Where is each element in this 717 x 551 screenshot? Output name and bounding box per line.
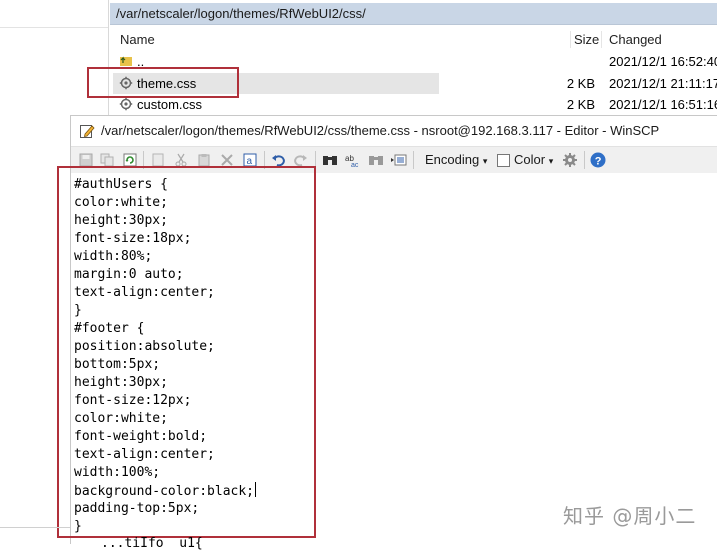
color-label: Color — [514, 152, 546, 167]
editor-pencil-icon — [80, 125, 95, 138]
file-size: 2 KB — [566, 76, 595, 91]
remote-path-bar[interactable]: /var/netscaler/logon/themes/RfWebUI2/css… — [110, 3, 717, 25]
svg-text:?: ? — [595, 156, 602, 168]
color-menu[interactable]: Color ▾ — [514, 147, 553, 173]
watermark: 知乎 @周小二 — [563, 504, 697, 528]
file-changed: 2021/12/1 21:11:17 — [609, 76, 717, 91]
column-name-header[interactable]: Name — [120, 27, 155, 52]
svg-text:ac: ac — [351, 162, 359, 167]
highlight-box-theme-css — [87, 67, 239, 98]
css-file-gear-icon — [119, 97, 133, 111]
parent-folder-icon — [120, 56, 132, 66]
left-pane-bottom-line — [0, 527, 70, 528]
file-changed: 2021/12/1 16:51:16 — [609, 97, 717, 112]
file-size: 2 KB — [566, 97, 595, 112]
replace-icon[interactable]: ab ac — [344, 151, 362, 169]
toolbar-separator — [413, 151, 414, 169]
partial-code-line: ...tiIfo u1{ — [101, 536, 203, 551]
column-divider[interactable] — [601, 31, 602, 48]
toolbar-separator — [584, 151, 585, 169]
find-next-icon[interactable] — [367, 151, 385, 169]
gear-icon[interactable] — [561, 151, 579, 169]
dropdown-arrow-icon: ▾ — [482, 156, 488, 166]
file-changed: 2021/12/1 16:52:40 — [609, 54, 717, 69]
help-icon[interactable]: ? — [589, 151, 607, 169]
color-checkbox[interactable] — [497, 154, 510, 167]
editor-titlebar[interactable]: /var/netscaler/logon/themes/RfWebUI2/css… — [71, 116, 717, 146]
encoding-label: Encoding — [425, 152, 480, 167]
column-changed-header[interactable]: Changed — [609, 27, 662, 52]
column-size-header[interactable]: Size — [574, 27, 599, 52]
column-divider[interactable] — [570, 31, 571, 48]
dropdown-arrow-icon: ▾ — [548, 156, 554, 166]
encoding-menu[interactable]: Encoding ▾ — [425, 147, 487, 173]
file-list-header: Name Size Changed — [110, 27, 717, 52]
editor-title: /var/netscaler/logon/themes/RfWebUI2/css… — [101, 123, 660, 138]
find-icon[interactable] — [321, 151, 339, 169]
remote-file-panel[interactable]: /var/netscaler/logon/themes/RfWebUI2/css… — [110, 0, 717, 120]
goto-line-icon[interactable] — [390, 151, 408, 169]
left-pane-header-divider — [0, 27, 108, 28]
highlight-box-code — [57, 166, 316, 538]
